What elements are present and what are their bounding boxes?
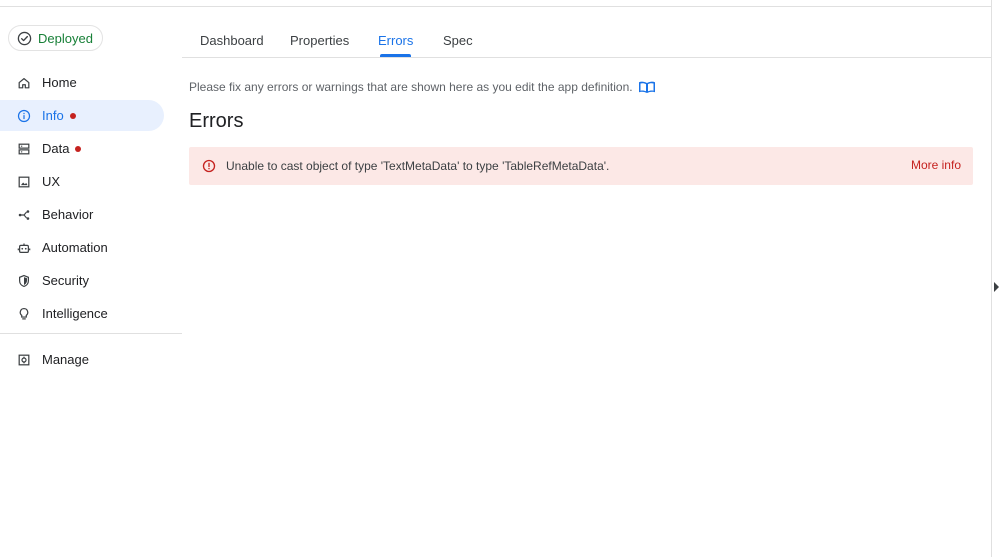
sidebar: Deployed Home Info Data UX Behavior Auto…: [0, 7, 182, 557]
sidebar-item-data[interactable]: Data: [0, 133, 164, 164]
sidebar-item-intelligence[interactable]: Intelligence: [0, 298, 164, 329]
sidebar-item-automation[interactable]: Automation: [0, 232, 164, 263]
lightbulb-icon: [16, 306, 32, 322]
error-alert-icon: [202, 159, 216, 173]
expand-panel-icon[interactable]: [994, 282, 999, 292]
sidebar-item-security[interactable]: Security: [0, 265, 164, 296]
sidebar-item-label: Intelligence: [42, 306, 108, 321]
error-message-box: Unable to cast object of type 'TextMetaD…: [189, 147, 973, 185]
manage-icon: [16, 352, 32, 368]
info-icon: [16, 108, 32, 124]
sidebar-item-home[interactable]: Home: [0, 67, 164, 98]
sidebar-item-ux[interactable]: UX: [0, 166, 164, 197]
sidebar-item-label: Behavior: [42, 207, 94, 222]
right-panel-border: [991, 0, 992, 557]
shield-icon: [16, 273, 32, 289]
sidebar-item-label: UX: [42, 174, 61, 189]
error-message-text: Unable to cast object of type 'TextMetaD…: [226, 159, 610, 173]
sidebar-divider: [0, 333, 182, 334]
check-circle-icon: [17, 31, 32, 46]
page-title: Errors: [189, 110, 244, 132]
book-icon[interactable]: [638, 80, 656, 94]
errors-hint: Please fix any errors or warnings that a…: [189, 80, 656, 94]
behavior-icon: [16, 207, 32, 223]
tab-errors[interactable]: Errors: [378, 33, 413, 57]
sidebar-item-label: Home: [42, 75, 77, 90]
deployed-status-label: Deployed: [38, 30, 93, 46]
sidebar-item-label: Manage: [42, 352, 89, 367]
tab-spec[interactable]: Spec: [443, 33, 473, 57]
sidebar-item-label: Data: [42, 141, 70, 156]
error-indicator-dot: [69, 112, 76, 119]
sidebar-item-label: Info: [42, 108, 64, 123]
sidebar-item-label: Automation: [42, 240, 108, 255]
robot-icon: [16, 240, 32, 256]
deployed-status-chip[interactable]: Deployed: [8, 25, 103, 51]
tab-bar: Dashboard Properties Errors Spec: [182, 7, 991, 58]
sidebar-item-info[interactable]: Info: [0, 100, 164, 131]
errors-hint-text: Please fix any errors or warnings that a…: [189, 80, 633, 94]
database-icon: [16, 141, 32, 157]
tab-properties[interactable]: Properties: [290, 33, 349, 57]
tab-dashboard[interactable]: Dashboard: [200, 33, 264, 57]
more-info-button[interactable]: More info: [911, 158, 961, 172]
ux-icon: [16, 174, 32, 190]
home-icon: [16, 75, 32, 91]
sidebar-item-behavior[interactable]: Behavior: [0, 199, 164, 230]
sidebar-nav: Home Info Data UX Behavior Automation Se…: [0, 67, 182, 377]
sidebar-item-label: Security: [42, 273, 89, 288]
error-indicator-dot: [75, 145, 82, 152]
sidebar-item-manage[interactable]: Manage: [0, 344, 164, 375]
